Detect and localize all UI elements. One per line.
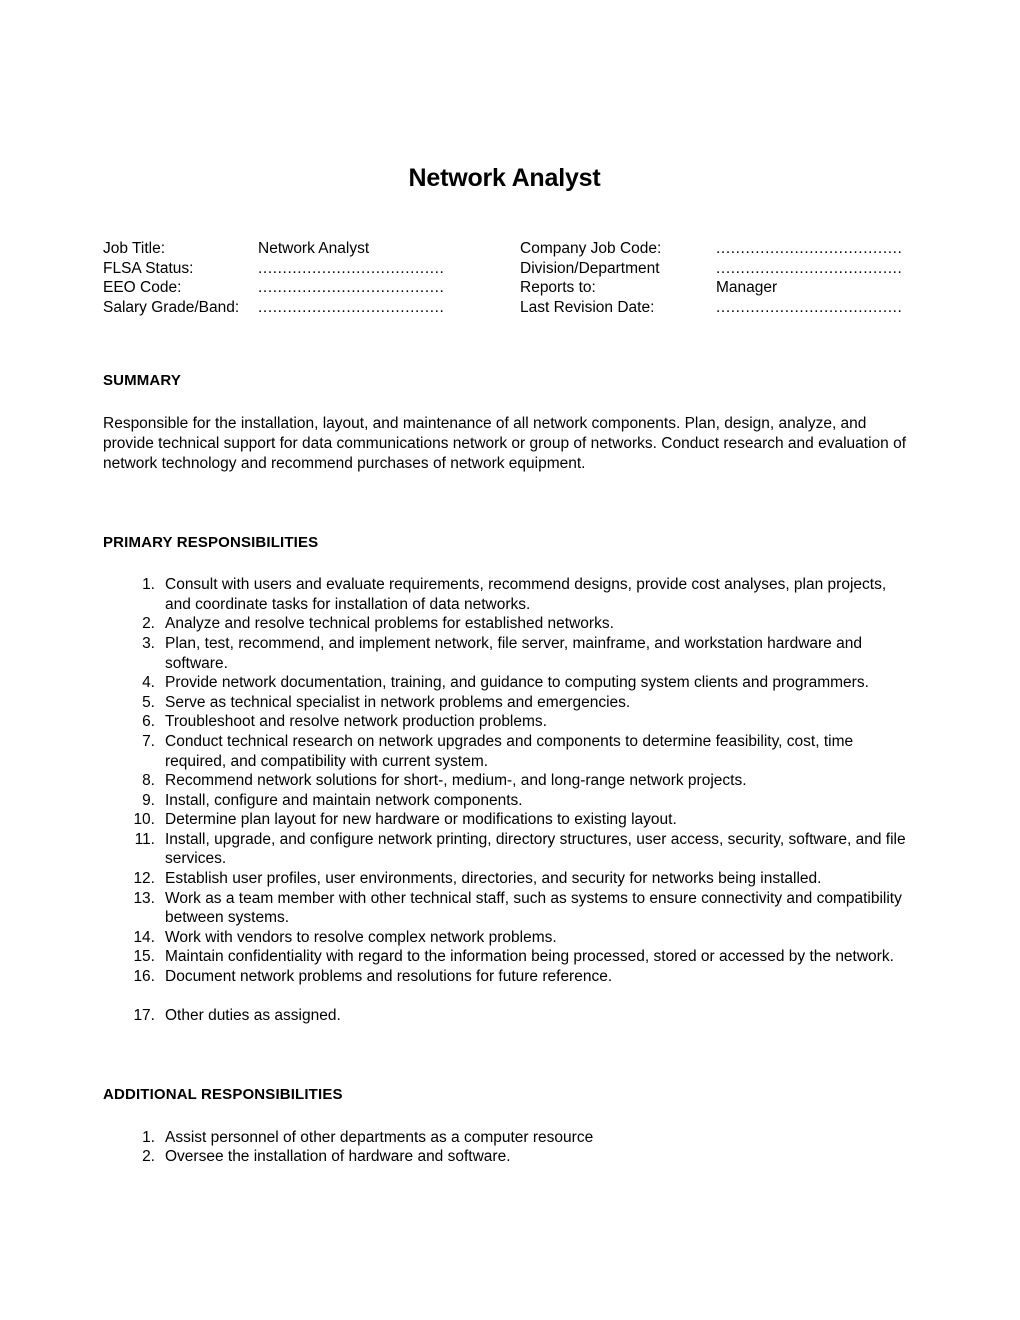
list-item-text: Install, upgrade, and configure network … [165,830,906,868]
table-row: Job Title: Network Analyst Company Job C… [103,239,906,259]
document-page: Network Analyst Job Title: Network Analy… [0,0,1020,1320]
meta-value-reports-to: Manager [716,279,778,297]
list-item-number: 14. [133,928,155,946]
section-heading-primary-responsibilities: PRIMARY RESPONSIBILITIES [103,534,319,552]
list-item-number: 16. [133,968,155,986]
primary-responsibilities-list: 1. Consult with users and evaluate requir… [103,575,906,1026]
list-item-text: Establish user profiles, user environmen… [165,870,822,888]
meta-value-eeo-code: ...................................... [258,279,445,297]
table-row: EEO Code: ..............................… [103,278,906,298]
section-heading-additional-responsibilities: ADDITIONAL RESPONSIBILITIES [103,1085,343,1103]
table-row: FLSA Status: ...........................… [103,259,906,279]
list-item: 1. Assist personnel of other departments … [103,1128,906,1148]
list-item: 12. Establish user profiles, user environ… [103,869,906,889]
list-item-text: Conduct technical research on network up… [165,732,854,770]
list-item-text: Work with vendors to resolve complex net… [165,928,557,946]
list-item-text: Install, configure and maintain network … [165,791,523,809]
list-item-number: 11. [134,830,155,848]
list-item-number: 1. [142,576,155,594]
list-item-number: 12. [133,870,155,888]
summary-paragraph: Responsible for the installation, layout… [103,415,906,472]
job-metadata-body: Job Title: Network Analyst Company Job C… [103,239,906,317]
meta-value-job-title: Network Analyst [258,240,370,257]
list-item-text: Analyze and resolve technical problems f… [165,615,614,633]
list-item-text: Provide network documentation, training,… [165,674,869,692]
list-item: 4. Provide network documentation, trainin… [103,673,906,693]
list-item-text: Oversee the installation of hardware and… [165,1148,511,1166]
list-item-number: 17. [133,1007,155,1025]
list-item-text: Troubleshoot and resolve network product… [165,713,547,731]
meta-label-salary-grade-band: Salary Grade/Band: [103,298,240,316]
list-item-text: Work as a team member with other technic… [165,889,902,927]
list-item-text: Plan, test, recommend, and implement net… [165,634,862,672]
list-item: 6. Troubleshoot and resolve network produ… [103,712,906,732]
list-item: 13. Work as a team member with other tech… [103,889,906,928]
job-metadata-table: Job Title: Network Analyst Company Job C… [103,239,906,317]
table-row: Salary Grade/Band: .....................… [103,298,906,318]
list-item: 10. Determine plan layout for new hardwar… [103,810,906,830]
list-item-text: Serve as technical specialist in network… [165,693,631,711]
list-item-number: 3. [142,634,155,652]
list-item-text: Determine plan layout for new hardware o… [165,811,677,829]
list-item-number: 5. [142,693,155,711]
list-item: 8. Recommend network solutions for short-… [103,771,906,791]
list-item: 16. Document network problems and resolut… [103,967,906,987]
meta-label-company-job-code: Company Job Code: [520,240,662,257]
meta-label-division-department: Division/Department [520,259,660,277]
list-item: 3. Plan, test, recommend, and implement n… [103,634,906,673]
document-content: Network Analyst Job Title: Network Analy… [103,0,906,1167]
list-item-number: 7. [142,732,155,750]
meta-value-last-revision-date: ...................................... [716,298,903,316]
list-item-text: Maintain confidentiality with regard to … [165,948,894,966]
list-item: 1. Consult with users and evaluate requir… [103,575,906,614]
list-item: 15. Maintain confidentiality with regard … [103,947,906,967]
list-item: 2. Analyze and resolve technical problems… [103,614,906,634]
list-item-number: 1. [142,1128,155,1146]
list-item: 14. Work with vendors to resolve complex … [103,928,906,948]
list-item: 7. Conduct technical research on network … [103,732,906,771]
meta-label-job-title: Job Title: [103,240,166,257]
list-item-text: Other duties as assigned. [165,1007,341,1025]
list-item-text: Document network problems and resolution… [165,968,613,986]
list-item: 11. Install, upgrade, and configure netwo… [103,830,906,869]
meta-value-company-job-code: ...................................... [716,240,903,257]
meta-label-last-revision-date: Last Revision Date: [520,298,655,316]
list-item-number: 15. [133,948,155,966]
meta-label-reports-to: Reports to: [520,279,596,297]
section-heading-summary: SUMMARY [103,372,181,390]
page-title: Network Analyst [408,164,601,192]
list-item-number: 8. [142,772,155,790]
list-item: 9. Install, configure and maintain networ… [103,791,906,811]
meta-label-flsa-status: FLSA Status: [103,259,194,277]
additional-responsibilities-list: 1. Assist personnel of other departments … [103,1128,906,1167]
list-item-number: 2. [142,1148,155,1166]
list-item-number: 13. [133,889,155,907]
list-item-number: 9. [142,791,155,809]
list-item-number: 2. [142,615,155,633]
list-item: 17. Other duties as assigned. [103,1006,906,1026]
meta-value-division-department: ...................................... [716,259,903,277]
list-item-number: 6. [142,713,155,731]
list-item: 2. Oversee the installation of hardware a… [103,1147,906,1167]
list-item: 5. Serve as technical specialist in netwo… [103,693,906,713]
list-item-number: 10. [133,811,155,829]
list-item-text: Recommend network solutions for short-, … [165,772,747,790]
list-item-number: 4. [142,674,155,692]
list-item-text: Assist personnel of other departments as… [165,1128,594,1146]
list-item-text: Consult with users and evaluate requirem… [165,576,887,613]
meta-value-flsa-status: ...................................... [258,259,445,277]
meta-label-eeo-code: EEO Code: [103,279,182,297]
meta-value-salary-grade-band: ...................................... [258,298,445,316]
